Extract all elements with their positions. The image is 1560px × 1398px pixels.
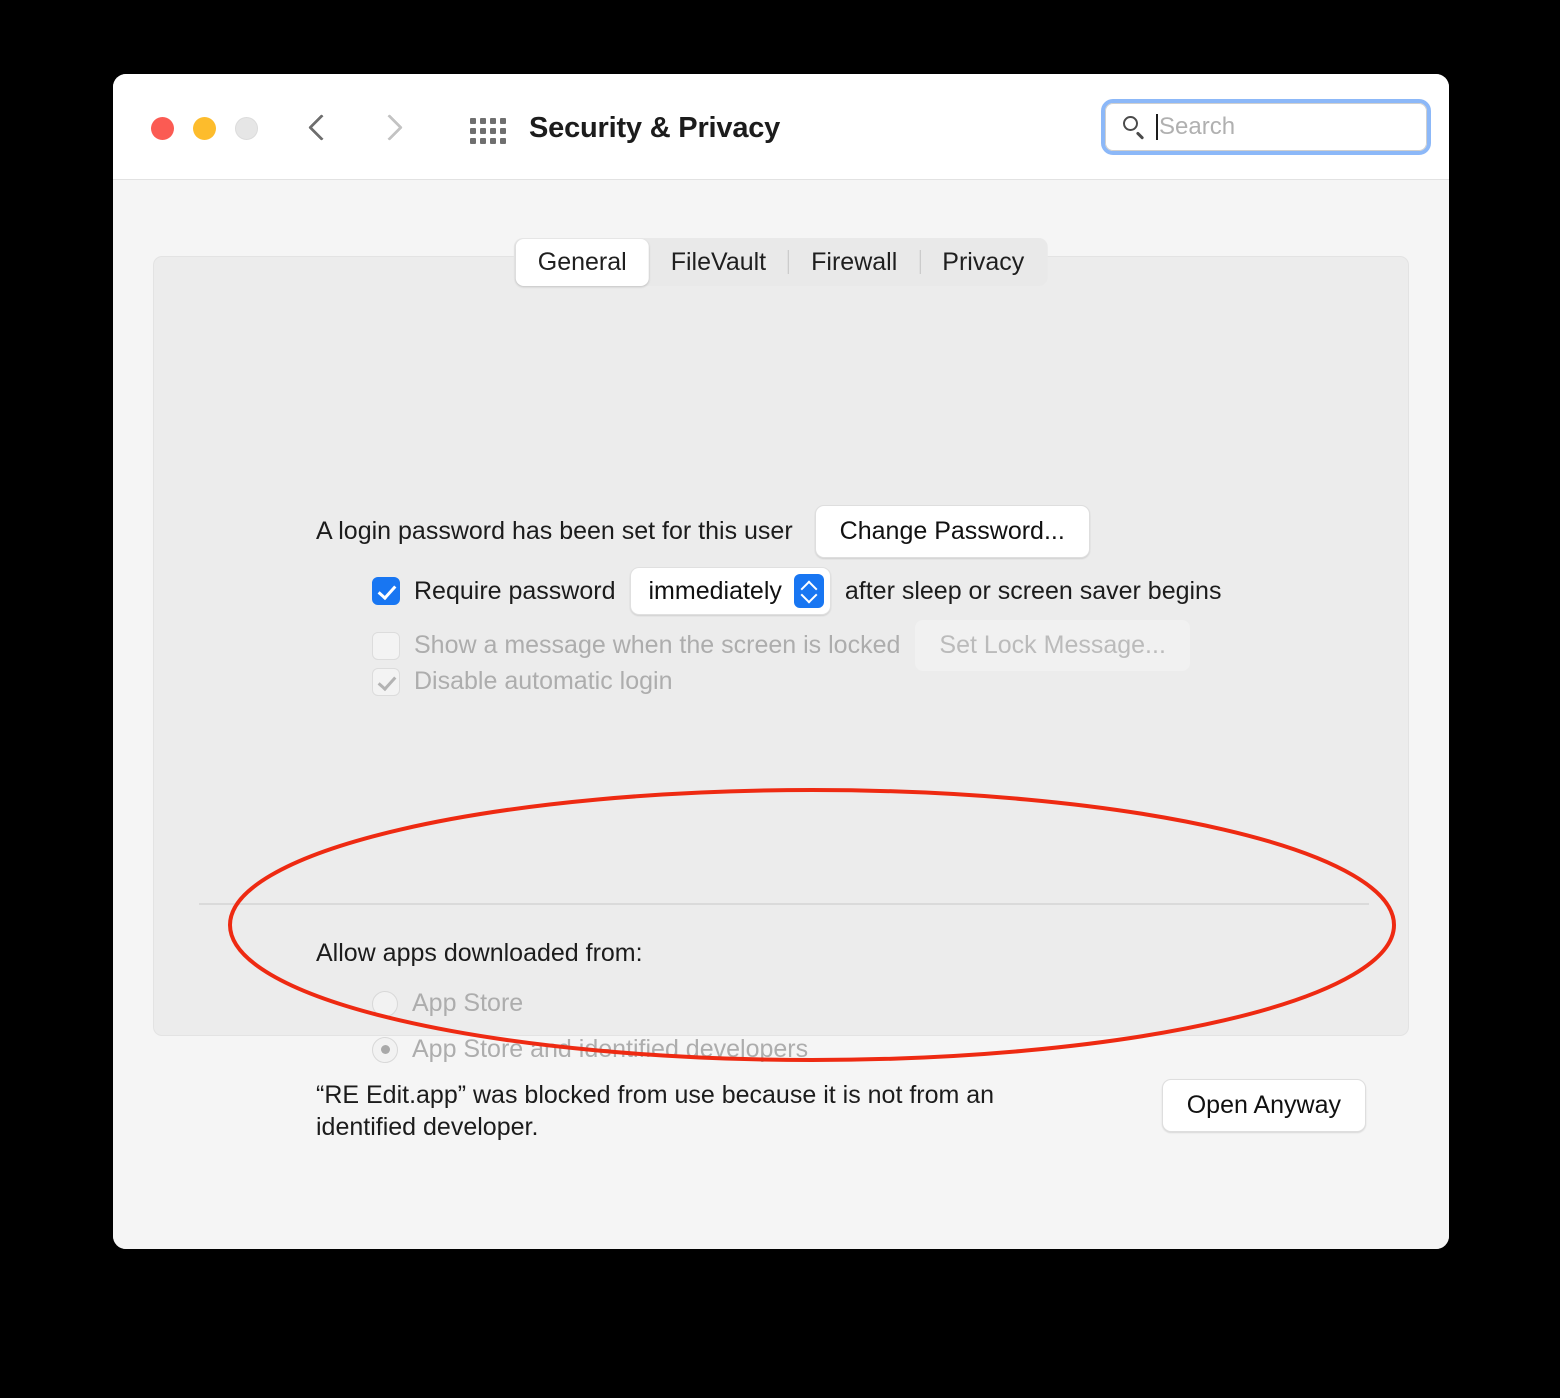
allow-apps-option-identified-developers: App Store and identified developers	[372, 1035, 808, 1064]
tab-bar: General FileVault Firewall Privacy	[513, 238, 1049, 286]
section-divider	[199, 903, 1369, 905]
search-field[interactable]: Search	[1101, 99, 1431, 155]
tab-filevault[interactable]: FileVault	[649, 239, 788, 286]
text-cursor	[1156, 114, 1158, 140]
show-lock-message-checkbox	[372, 631, 400, 660]
search-icon	[1122, 115, 1146, 139]
search-field-inner[interactable]: Search	[1105, 103, 1427, 151]
system-preferences-window: Security & Privacy Search General FileVa…	[113, 74, 1449, 1249]
show-lock-message-label: Show a message when the screen is locked	[414, 631, 901, 659]
set-lock-message-button: Set Lock Message...	[914, 619, 1191, 672]
require-password-interval-popup[interactable]: immediately	[629, 567, 831, 615]
window-body: General FileVault Firewall Privacy A log…	[113, 180, 1449, 1249]
forward-chevron-icon	[380, 110, 404, 146]
navigation-controls	[308, 110, 404, 146]
login-password-status: A login password has been set for this u…	[316, 517, 793, 545]
require-password-interval-value: immediately	[648, 576, 782, 605]
allow-apps-option-app-store: App Store	[372, 989, 523, 1018]
require-password-label: Require password	[414, 576, 616, 605]
window-titlebar: Security & Privacy Search	[113, 74, 1449, 180]
page-title: Security & Privacy	[529, 112, 781, 144]
tab-firewall[interactable]: Firewall	[789, 239, 919, 286]
radio-app-store	[372, 990, 398, 1017]
require-password-checkbox[interactable]	[372, 577, 400, 605]
blocked-app-message: “RE Edit.app” was blocked from use becau…	[316, 1081, 995, 1141]
require-password-row: Require password immediately after sleep…	[372, 567, 1221, 615]
general-settings-panel: A login password has been set for this u…	[153, 256, 1409, 1141]
open-anyway-button[interactable]: Open Anyway	[1161, 1079, 1366, 1132]
chevron-updown-icon[interactable]	[793, 574, 824, 608]
tab-privacy[interactable]: Privacy	[920, 239, 1046, 286]
close-button[interactable]	[151, 117, 174, 140]
screen: Security & Privacy Search General FileVa…	[0, 0, 1560, 1398]
radio-app-store-label: App Store	[412, 989, 524, 1017]
radio-app-store-identified-developers	[372, 1036, 398, 1063]
require-password-suffix: after sleep or screen saver begins	[844, 576, 1222, 605]
radio-identified-developers-label: App Store and identified developers	[412, 1035, 809, 1063]
login-password-row: A login password has been set for this u…	[316, 505, 1090, 558]
show-lock-message-row: Show a message when the screen is locked…	[372, 619, 1191, 672]
disable-auto-login-row: Disable automatic login	[372, 667, 672, 696]
allow-apps-heading: Allow apps downloaded from:	[316, 939, 643, 967]
tab-general[interactable]: General	[515, 238, 649, 286]
traffic-light-group	[151, 117, 258, 140]
show-all-grid-icon[interactable]	[470, 118, 508, 144]
disable-auto-login-label: Disable automatic login	[414, 667, 673, 695]
zoom-button	[235, 117, 258, 140]
change-password-button[interactable]: Change Password...	[814, 505, 1090, 558]
minimize-button[interactable]	[193, 117, 216, 140]
search-placeholder: Search	[1159, 113, 1236, 140]
back-chevron-icon[interactable]	[308, 110, 332, 146]
disable-auto-login-checkbox	[372, 667, 400, 696]
